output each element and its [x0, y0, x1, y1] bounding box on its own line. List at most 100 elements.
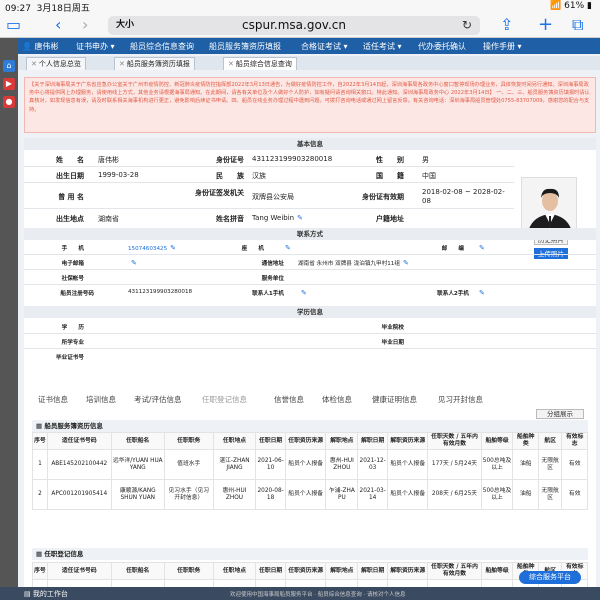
grad-date-label: 毕业日期 [381, 340, 404, 346]
edit-icon[interactable]: ✎ [131, 259, 137, 267]
nav-item-cert[interactable]: 证书申办 ▾ [76, 41, 115, 52]
edit-icon[interactable]: ✎ [479, 244, 485, 252]
avatar [521, 177, 577, 231]
country-value: 中国 [422, 172, 436, 180]
tab-training[interactable]: 培训信息 [86, 394, 116, 405]
column-header: 任职职务 [163, 562, 214, 580]
table-row[interactable]: 1 ABE145202100442 远华洋/YUAN HUA YANG 值班水手 湛江-… [32, 449, 588, 480]
tab-service-book[interactable]: ✕ 船员服务簿资历填报 [114, 57, 195, 70]
column-header: 任职天数 / 五年内有效月数 [427, 562, 482, 580]
sidebar-toggle-icon[interactable]: ▭ [6, 15, 21, 35]
tab-comprehensive-query[interactable]: ✕ 船员综合信息查询 [223, 57, 297, 70]
postcode-label: 邮 编 [441, 246, 464, 252]
close-icon[interactable]: ✕ [119, 60, 125, 68]
tel-value: ✎ [282, 244, 291, 252]
video-icon[interactable]: ▶ [3, 78, 15, 90]
contact1-value: ✎ [298, 289, 307, 297]
tab-certificates[interactable]: 证书信息 [38, 394, 68, 405]
tab-credit[interactable]: 信誉信息 [274, 394, 304, 405]
pinyin-label: 姓名拼音 [216, 215, 244, 223]
info-panel: 基本信息 姓 名 唐伟彬 身份证号 431123199903280018 性 别… [24, 138, 596, 600]
edit-icon[interactable]: ✎ [170, 244, 176, 252]
hukou-label: 户籍地址 [376, 215, 404, 223]
share-icon[interactable]: ⇪ [500, 15, 513, 35]
table-header-row: 序号 适任证书号码 任职船名 任职职务 任职地点 任职日期 任职资历来源 解职地点 解职日期 解职… [32, 432, 588, 450]
column-header: 序号 [32, 432, 48, 450]
pinyin-value: Tang Weibin ✎ [252, 214, 303, 222]
app-icon[interactable]: ● [3, 96, 15, 108]
column-header: 船舶种类 [512, 432, 539, 450]
tabs-overview-icon[interactable]: ⧉ [572, 15, 583, 35]
column-header: 解职日期 [357, 562, 389, 580]
nav-item-competency-exam[interactable]: 适任考试 ▾ [363, 41, 402, 52]
table-cell: 惠州-HUI ZHOU [325, 449, 359, 480]
tab-service-registration[interactable]: 任职登记信息 [202, 394, 247, 405]
bottom-taskbar: ▤ 我的工作台 欢迎使用中国海事局船员服务平台 · 船员综合信息查询 · 请核对… [0, 587, 600, 600]
mobile-value: 15074603425 ✎ [128, 244, 177, 252]
sex-value: 男 [422, 156, 429, 164]
page-tabs: ✕ 个人信息总览 ✕ 船员服务簿资历填报 ✕ 船员综合信息查询 [18, 56, 600, 70]
tel-label: 座 机 [241, 246, 264, 252]
edit-icon[interactable]: ✎ [479, 289, 485, 297]
edit-icon[interactable]: ✎ [301, 289, 307, 297]
birth-label: 出生日期 [56, 172, 84, 180]
nav-item-qualification-exam[interactable]: 合格证考试 ▾ [301, 41, 348, 52]
column-header: 船舶等级 [480, 562, 514, 580]
home-icon[interactable]: ⌂ [3, 60, 15, 72]
degree-label: 学 历 [61, 325, 84, 331]
table-row[interactable]: 2 APC001201905414 康顺源/KANG SHUN YUAN 见习水手（见… [32, 479, 588, 510]
table-cell: 177天 / 5月24天 [427, 449, 482, 480]
new-tab-icon[interactable]: + [538, 15, 553, 35]
nav-item-query[interactable]: 船员综合信息查询 [130, 41, 194, 52]
workspace-button[interactable]: ▤ 我的工作台 [24, 589, 68, 599]
forward-icon[interactable]: › [82, 15, 88, 35]
reload-icon[interactable]: ↻ [462, 16, 472, 35]
table-cell: 船员个人报备 [387, 449, 429, 480]
ios-status-bar: 09:27 3月18日周五 📶 61% ▮ [0, 0, 600, 14]
battery-text: 61% [564, 1, 585, 11]
id-value: 431123199903280018 [252, 155, 333, 163]
detail-tabs: 证书信息 培训信息 考试/评估信息 任职登记信息 信誉信息 体检信息 健康证明信… [24, 392, 596, 406]
nav-item-manual[interactable]: 操作手册 ▾ [483, 41, 522, 52]
table-cell: 远华洋/YUAN HUA YANG [110, 449, 165, 480]
column-header: 任职船名 [110, 432, 165, 450]
group-display-button[interactable]: 分组展示 [536, 409, 584, 419]
column-header: 序号 [32, 562, 48, 580]
name-value: 唐伟彬 [98, 156, 119, 164]
edit-icon[interactable]: ✎ [297, 214, 303, 222]
url-text: cspur.msa.gov.cn [242, 18, 346, 32]
nav-item-service-book[interactable]: 船员服务簿资历填报 [209, 41, 281, 52]
nav-item-delegate[interactable]: 代办委托确认 [418, 41, 466, 52]
table-cell: 船员个人报备 [284, 479, 327, 510]
name-label: 姓 名 [56, 156, 84, 164]
contact2-label: 联系人2手机 [437, 291, 469, 297]
edit-icon[interactable]: ✎ [403, 259, 409, 267]
tab-health-cert[interactable]: 健康证明信息 [372, 394, 417, 405]
column-header: 任职日期 [255, 432, 286, 450]
table-cell: 有效 [561, 479, 588, 510]
table-cell: 2020-08-18 [255, 479, 286, 510]
user-menu[interactable]: 👤 唐伟彬 [22, 41, 59, 52]
table-cell: 无限航区 [537, 449, 563, 480]
column-header: 适任证书号码 [46, 432, 112, 450]
sex-label: 性 别 [376, 156, 404, 164]
table-cell: 油船 [512, 479, 539, 510]
tab-medical[interactable]: 体检信息 [322, 394, 352, 405]
back-icon[interactable]: ‹ [55, 15, 61, 35]
tab-internship[interactable]: 见习开封信息 [438, 394, 483, 405]
address-label: 通信地址 [261, 261, 284, 267]
tab-exams[interactable]: 考试/评估信息 [134, 394, 182, 405]
table-cell: 208天 / 6月25天 [427, 479, 482, 510]
country-label: 国 籍 [376, 172, 404, 180]
birth-value: 1999-03-28 [98, 171, 139, 179]
close-icon[interactable]: ✕ [228, 60, 234, 68]
notice-banner: 【关于深圳海事局关于广东省应急办公室关于广州市疫情防控、新冠肺炎疫情防控指挥部2… [24, 77, 596, 133]
close-icon[interactable]: ✕ [31, 60, 37, 68]
service-platform-button[interactable]: 综合服务平台 [519, 571, 581, 584]
table-cell: 惠州-HUI ZHOU [212, 479, 257, 510]
table-cell: 湛江-ZHAN JIANG [212, 449, 257, 480]
reader-text-size-button[interactable]: 大小 [116, 16, 134, 35]
address-bar[interactable]: 大小 cspur.msa.gov.cn ↻ [108, 16, 480, 35]
tab-personal-overview[interactable]: ✕ 个人信息总览 [26, 57, 86, 70]
edit-icon[interactable]: ✎ [285, 244, 291, 252]
